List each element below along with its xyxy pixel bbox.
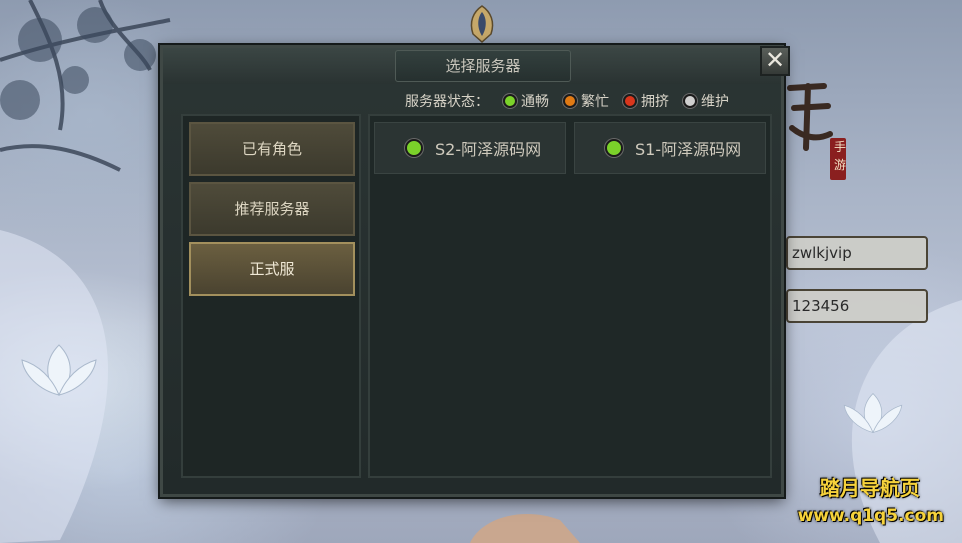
status-legend-busy: 繁忙 <box>563 91 609 111</box>
watermark-url: www.q1q5.com <box>797 506 944 526</box>
status-legend-text: 通畅 <box>521 94 549 110</box>
status-dot-icon <box>563 94 577 108</box>
title-art-char: 游 <box>834 158 847 172</box>
category-panel: 已有角色 推荐服务器 正式服 <box>181 114 361 478</box>
close-button[interactable]: ✕ <box>760 46 790 76</box>
status-dot-icon <box>605 139 623 157</box>
server-item[interactable]: S1-阿泽源码网 <box>574 122 766 174</box>
lotus-decoration-left <box>21 344 97 396</box>
title-art-char: 手 <box>834 140 847 154</box>
status-legend-smooth: 通畅 <box>503 91 549 111</box>
status-dot-icon <box>623 94 637 108</box>
status-legend-text: 繁忙 <box>581 94 609 110</box>
crest-icon <box>470 5 494 44</box>
dialog-header: 选择服务器 <box>163 48 781 84</box>
username-field[interactable]: zwlkjvip <box>786 236 928 270</box>
password-value: 123456 <box>792 297 850 315</box>
server-item[interactable]: S2-阿泽源码网 <box>374 122 566 174</box>
watermark-title: 踏月导航页 <box>820 476 920 500</box>
status-legend-maintenance: 维护 <box>683 91 729 111</box>
server-name: S1-阿泽源码网 <box>635 140 742 159</box>
status-legend-label: 服务器状态： <box>405 94 489 110</box>
username-value: zwlkjvip <box>792 244 852 262</box>
status-dot-icon <box>405 139 423 157</box>
password-field[interactable]: 123456 <box>786 289 928 323</box>
server-select-dialog: 选择服务器 ✕ 服务器状态： 通畅 繁忙 拥挤 维护 已有角色 推荐服务器 正式… <box>160 45 790 497</box>
status-dot-icon <box>683 94 697 108</box>
dialog-title: 选择服务器 <box>395 50 571 82</box>
status-dot-icon <box>503 94 517 108</box>
category-existing-characters[interactable]: 已有角色 <box>189 122 355 176</box>
status-legend-crowded: 拥挤 <box>623 91 669 111</box>
server-name: S2-阿泽源码网 <box>435 140 542 159</box>
server-list-panel: S2-阿泽源码网 S1-阿泽源码网 <box>368 114 772 478</box>
lotus-decoration-right <box>843 393 903 434</box>
status-legend-text: 拥挤 <box>641 94 669 110</box>
category-official-servers[interactable]: 正式服 <box>189 242 355 296</box>
server-status-legend: 服务器状态： 通畅 繁忙 拥挤 维护 <box>405 91 729 111</box>
category-recommended-servers[interactable]: 推荐服务器 <box>189 182 355 236</box>
status-legend-text: 维护 <box>701 94 729 110</box>
